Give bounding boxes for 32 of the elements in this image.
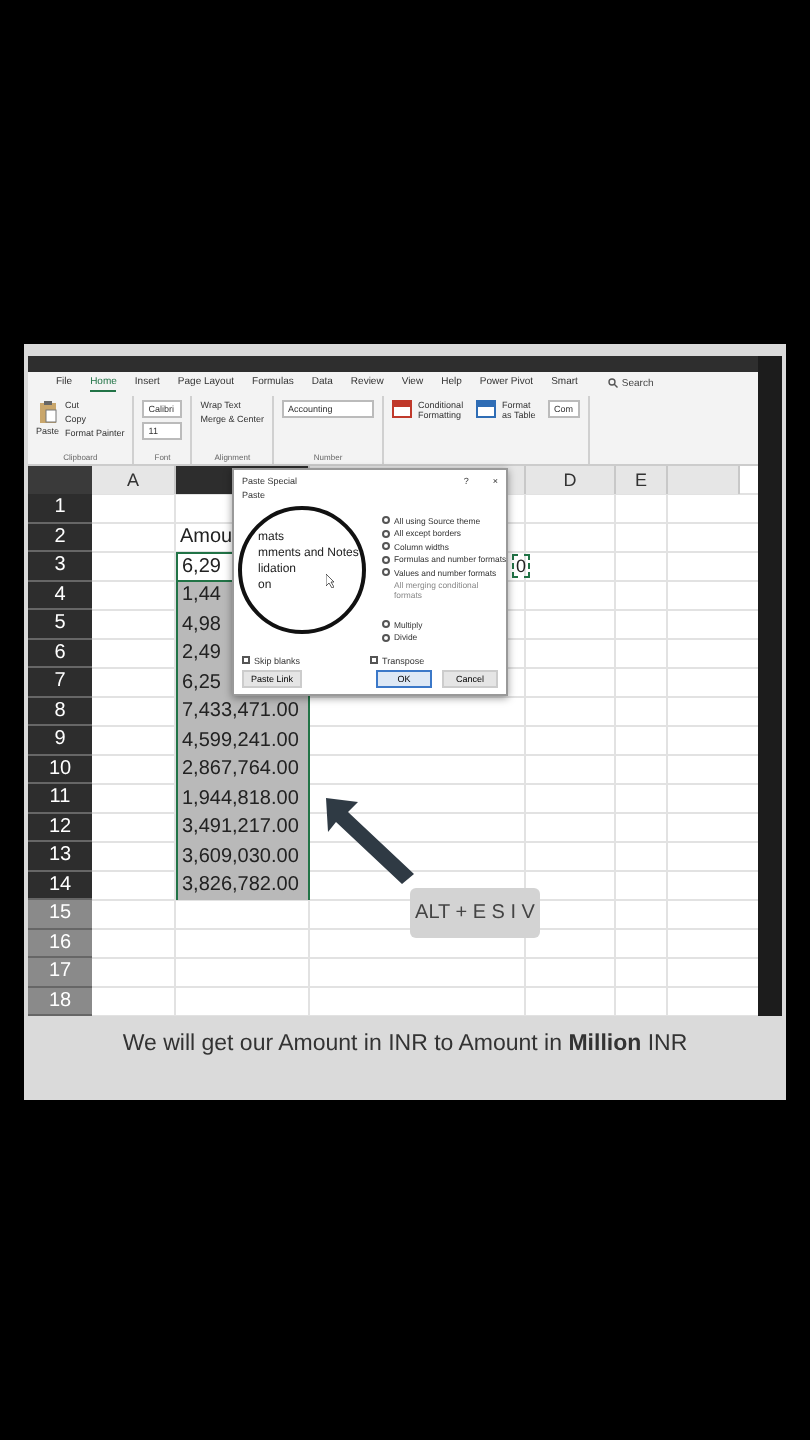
table-cell: 7,433,471.00 xyxy=(176,697,310,726)
table-cell: 2,867,764.00 xyxy=(176,755,310,784)
shortcut-label: ALT + E S I V xyxy=(410,887,540,937)
pointer-arrow xyxy=(322,793,418,885)
row-header[interactable]: 14 xyxy=(28,871,92,900)
cursor-icon xyxy=(326,573,334,587)
column-header[interactable]: D xyxy=(526,465,616,494)
row-header[interactable]: 3 xyxy=(28,552,92,581)
row-header[interactable]: 7 xyxy=(28,668,92,697)
row-header[interactable]: 10 xyxy=(28,755,92,784)
row-header[interactable]: 13 xyxy=(28,842,92,871)
copied-cell: 0 xyxy=(511,554,530,579)
caption-text: We will get our Amount in INR to Amount in Million INR xyxy=(120,1032,690,1056)
table-cell: 4,599,241.00 xyxy=(176,726,310,755)
row-header[interactable]: 5 xyxy=(28,610,92,639)
row-header[interactable]: 6 xyxy=(28,639,92,668)
table-cell: 3,609,030.00 xyxy=(176,842,310,871)
column-header[interactable]: E xyxy=(616,465,668,494)
column-header[interactable]: A xyxy=(92,465,176,494)
row-header[interactable]: 4 xyxy=(28,581,92,610)
row-header[interactable]: 2 xyxy=(28,523,92,552)
select-all-corner[interactable] xyxy=(28,465,92,494)
table-cell: 3,826,782.00 xyxy=(176,871,310,900)
row-header[interactable]: 12 xyxy=(28,813,92,842)
row-header[interactable]: 1 xyxy=(28,494,92,523)
search-icon xyxy=(607,378,618,389)
table-cell-text: Amou xyxy=(178,526,235,549)
row-header[interactable]: 9 xyxy=(28,726,92,755)
table-cell: 1,944,818.00 xyxy=(176,784,310,813)
table-cell: 3,491,217.00 xyxy=(176,813,310,842)
row-header[interactable]: 11 xyxy=(28,784,92,813)
row-header[interactable]: 8 xyxy=(28,697,92,726)
